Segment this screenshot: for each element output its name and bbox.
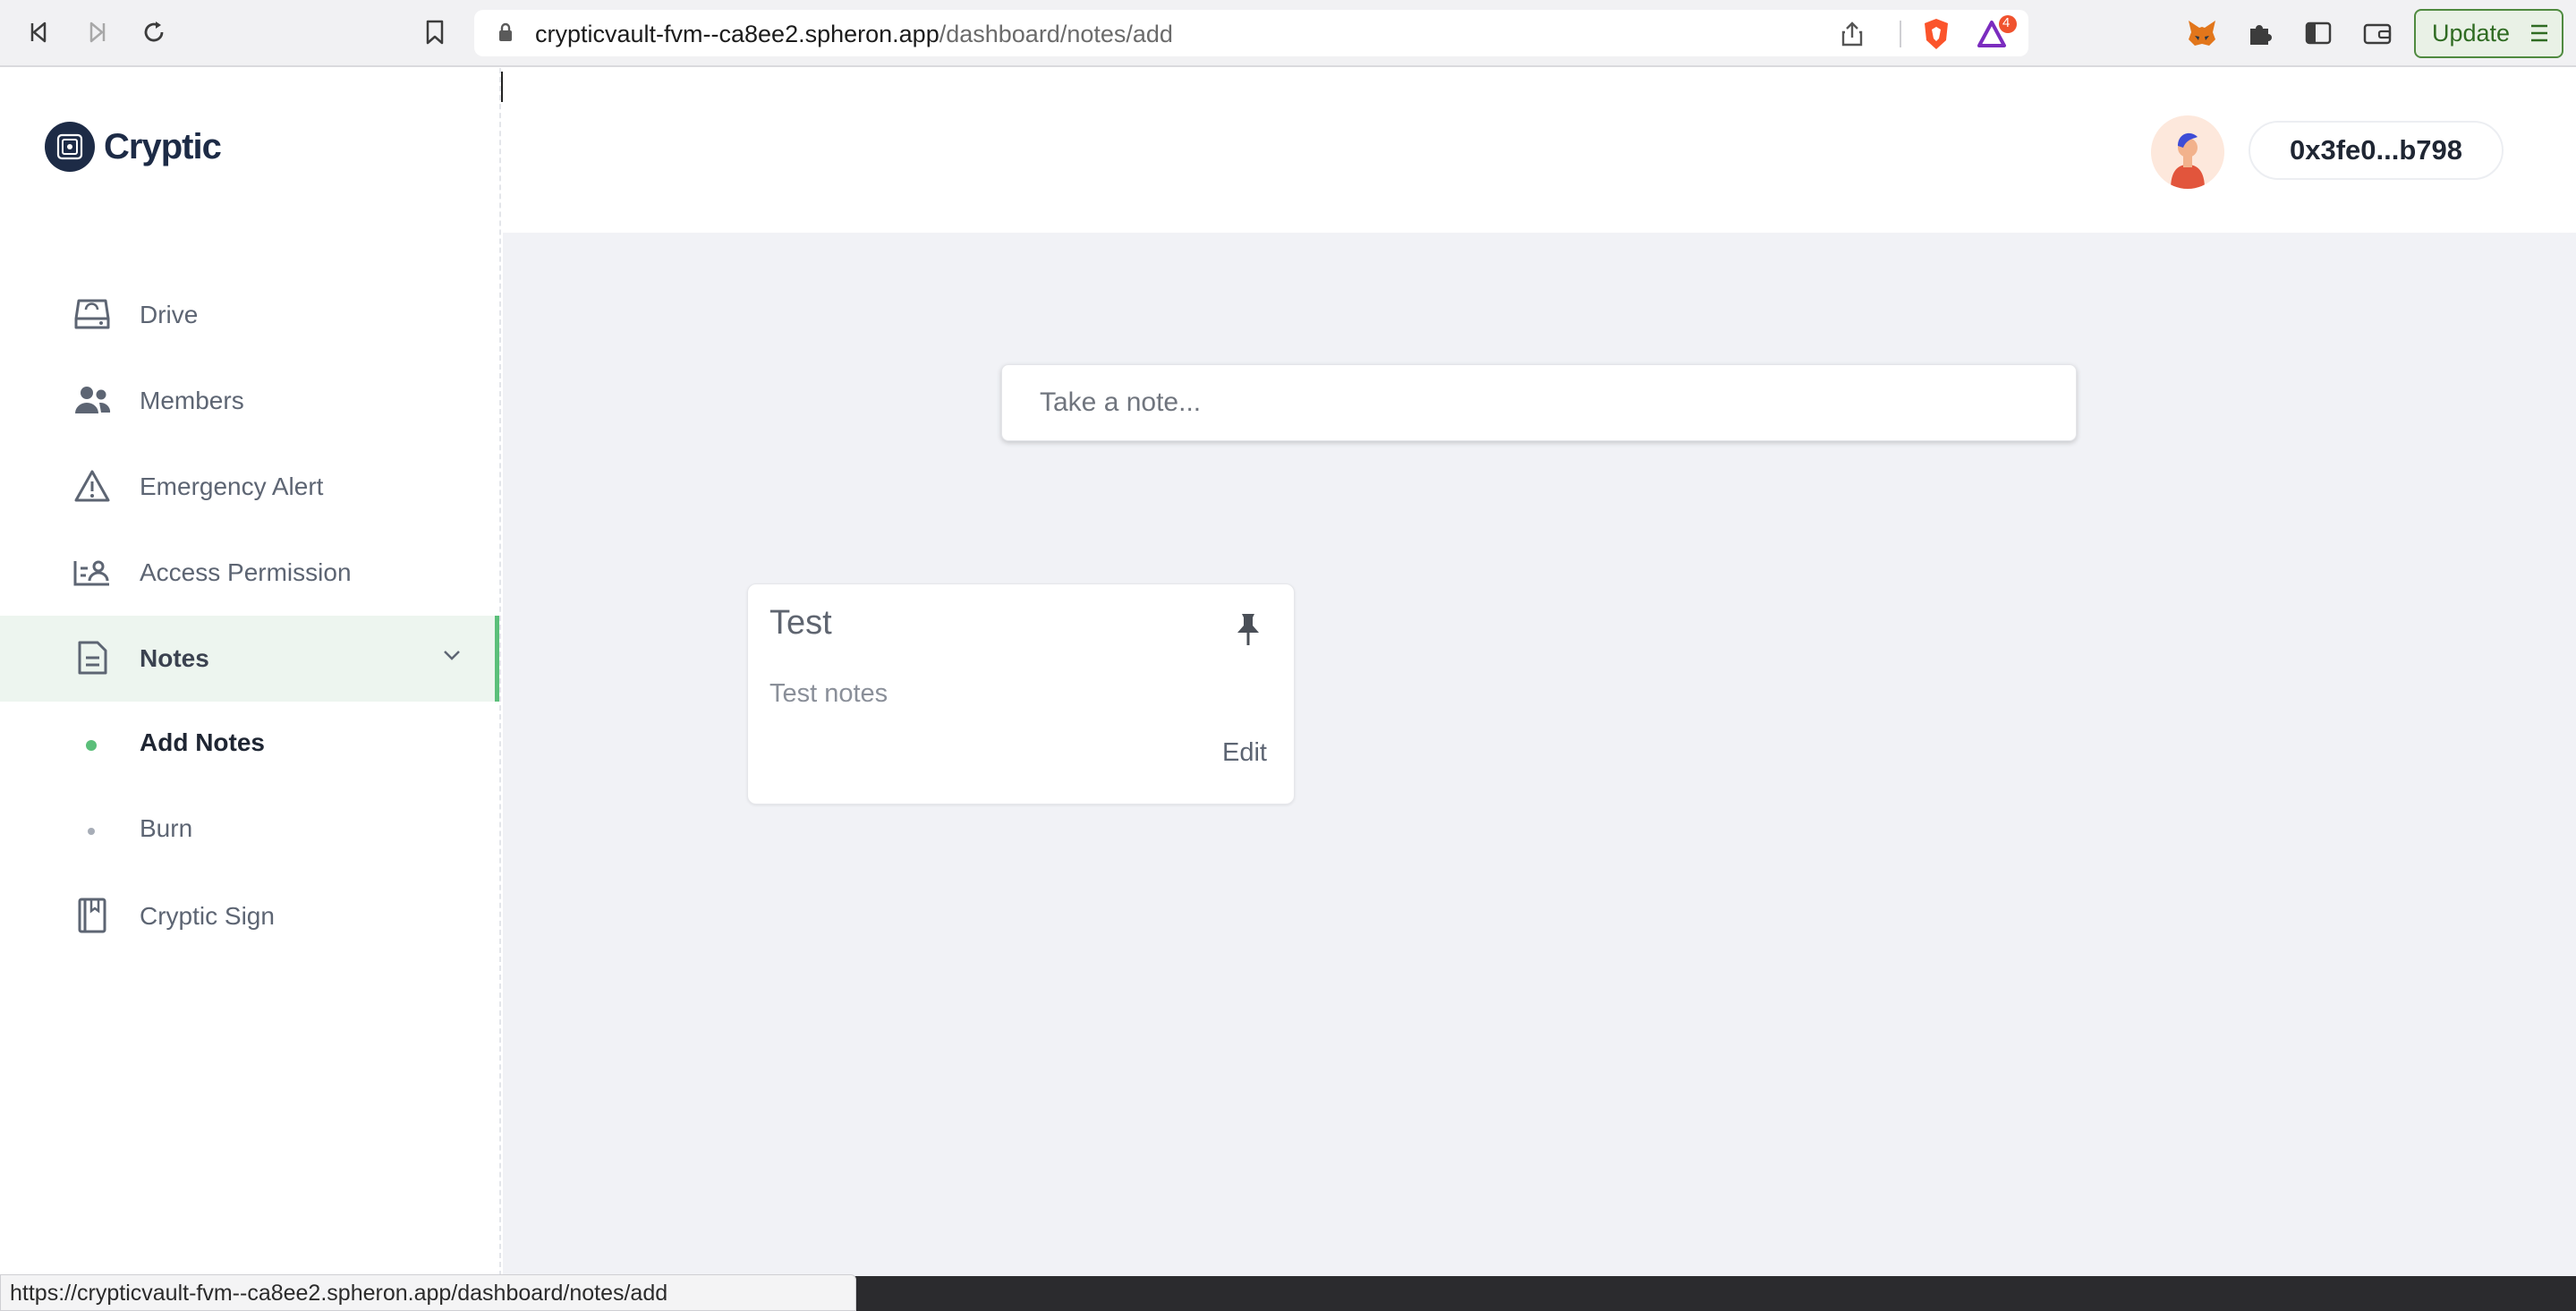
vault-logo-icon (45, 122, 95, 172)
sidebar-item-access-permission[interactable]: Access Permission (0, 530, 499, 616)
url-text: crypticvault-fvm--ca8ee2.spheron.app/das… (535, 21, 1173, 48)
url-path: /dashboard/notes/add (939, 21, 1173, 47)
extensions-icon[interactable] (2241, 14, 2279, 52)
sidebar-item-label: Drive (140, 301, 199, 328)
address-bar[interactable]: crypticvault-fvm--ca8ee2.spheron.app/das… (474, 10, 2028, 56)
brand-name: Cryptic (104, 126, 222, 166)
take-note-input[interactable]: Take a note... (1001, 364, 2077, 441)
sidebar-item-members[interactable]: Members (0, 358, 499, 444)
url-host: crypticvault-fvm--ca8ee2.spheron.app (535, 21, 939, 47)
browser-toolbar: crypticvault-fvm--ca8ee2.spheron.app/das… (0, 0, 2576, 67)
sidebar-subitem-add-notes[interactable]: Add Notes (0, 702, 499, 787)
sidebar-item-cryptic-sign[interactable]: Cryptic Sign (0, 873, 499, 959)
status-url: https://crypticvault-fvm--ca8ee2.spheron… (0, 1274, 856, 1311)
sidebar-item-label: Members (140, 387, 244, 414)
brave-shield-icon[interactable] (1921, 17, 1951, 55)
sidebar: Cryptic Drive Members Emergency Alert Ac… (0, 68, 501, 1276)
active-indicator (495, 616, 499, 702)
text-caret (501, 72, 503, 102)
drive-icon (72, 294, 113, 335)
edit-note-button[interactable]: Edit (1222, 738, 1267, 768)
notes-icon (72, 637, 113, 678)
wallet-address-button[interactable]: 0x3fe0...b798 (2249, 121, 2504, 180)
access-permission-icon (72, 551, 113, 592)
note-title: Test (769, 604, 832, 642)
sidebar-subitem-label: Burn (140, 814, 193, 842)
avatar[interactable] (2151, 115, 2224, 189)
wallet-address: 0x3fe0...b798 (2289, 134, 2463, 166)
sidebar-item-emergency-alert[interactable]: Emergency Alert (0, 444, 499, 530)
brave-rewards-icon[interactable]: 4 (1977, 15, 2019, 55)
sidebar-item-label: Emergency Alert (140, 472, 324, 500)
pin-icon[interactable] (1235, 611, 1262, 651)
note-input-placeholder: Take a note... (1040, 387, 1202, 417)
bookmark-icon[interactable] (417, 14, 453, 50)
forward-button[interactable] (79, 14, 115, 50)
divider (1900, 21, 1901, 47)
sign-icon (72, 895, 113, 936)
sidebar-subitem-burn[interactable]: Burn (0, 787, 499, 873)
note-card[interactable]: Test Test notes Edit (747, 583, 1295, 804)
chevron-down-icon[interactable] (442, 648, 462, 665)
menu-icon (2529, 21, 2549, 51)
wallet-icon[interactable] (2359, 14, 2396, 52)
sidebar-toggle-icon[interactable] (2300, 14, 2337, 52)
update-button[interactable]: Update (2414, 9, 2563, 58)
dot-icon (88, 828, 95, 835)
sidebar-item-label: Cryptic Sign (140, 902, 275, 930)
sidebar-item-label: Access Permission (140, 558, 352, 586)
metamask-icon[interactable] (2183, 14, 2221, 52)
sidebar-item-notes[interactable]: Notes (0, 616, 499, 702)
note-body: Test notes (769, 679, 888, 708)
warning-icon (72, 465, 113, 507)
sidebar-subitem-label: Add Notes (140, 728, 265, 756)
active-dot-icon (86, 740, 97, 751)
sidebar-item-label: Notes (140, 644, 209, 672)
logo[interactable]: Cryptic (45, 122, 222, 172)
members-icon (72, 379, 113, 421)
sidebar-item-drive[interactable]: Drive (0, 272, 499, 358)
update-label: Update (2432, 20, 2511, 47)
lock-icon (497, 22, 514, 46)
back-button[interactable] (21, 14, 57, 50)
rewards-badge: 4 (2002, 15, 2011, 30)
reload-button[interactable] (136, 14, 172, 50)
share-icon[interactable] (1841, 21, 1864, 51)
